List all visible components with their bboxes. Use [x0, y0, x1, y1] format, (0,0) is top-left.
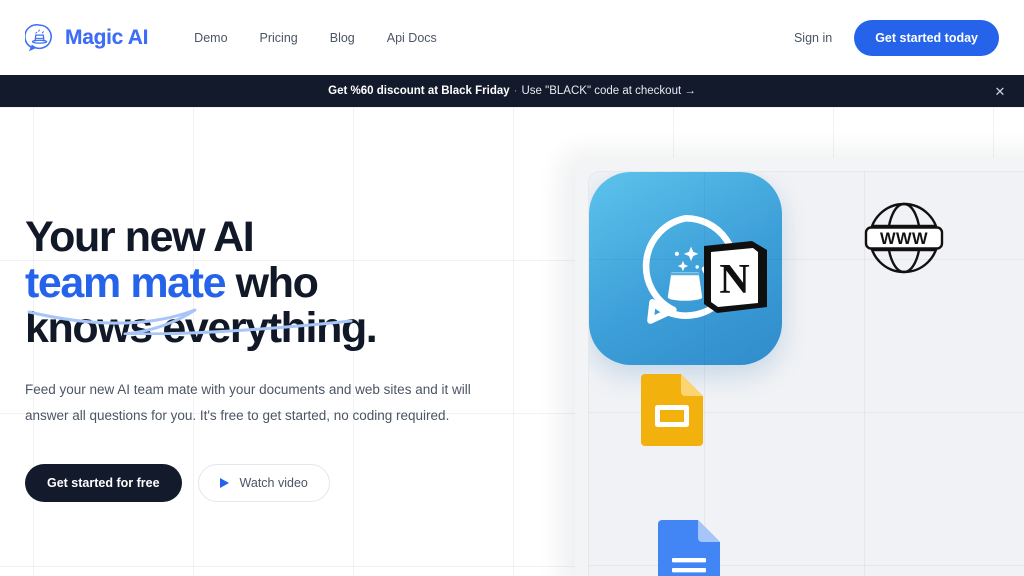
nav-item-pricing[interactable]: Pricing [260, 31, 298, 45]
play-icon [219, 477, 229, 488]
nav-item-blog[interactable]: Blog [330, 31, 355, 45]
sign-in-link[interactable]: Sign in [794, 31, 832, 45]
google-docs-icon [658, 520, 720, 576]
promo-banner-text: Get %60 discount at Black Friday · Use "BL… [328, 85, 696, 97]
promo-banner: Get %60 discount at Black Friday · Use "BL… [0, 75, 1024, 107]
get-started-today-button[interactable]: Get started today [854, 19, 999, 56]
magic-hat-chat-bubble-icon [25, 23, 52, 52]
headline-line-3: knows everything. [25, 304, 378, 353]
promo-banner-rest: Use "BLACK" code at checkout → [521, 85, 696, 97]
nav-item-demo[interactable]: Demo [194, 31, 227, 45]
main-nav: Demo Pricing Blog Api Docs [194, 31, 437, 45]
watch-video-label: Watch video [239, 475, 308, 490]
get-started-free-button[interactable]: Get started for free [25, 463, 182, 502]
page-title: Your new AI team mate who knows everythi… [25, 213, 525, 353]
close-icon[interactable]: ✕ [990, 81, 1010, 101]
promo-banner-bold: Get %60 discount at Black Friday [328, 85, 510, 97]
headline-accent: team mate [25, 258, 227, 307]
landing-page: Magic AI Demo Pricing Blog Api Docs Sign… [0, 0, 1024, 576]
headline-line-2-tail: who [225, 258, 319, 307]
nav-item-api-docs[interactable]: Api Docs [387, 31, 437, 45]
hero-paragraph: Feed your new AI team mate with your doc… [25, 381, 471, 423]
headline-line-1: Your new AI [25, 213, 255, 261]
brand-logo[interactable]: Magic AI [25, 22, 148, 53]
showcase-inner-panel: N WWW [588, 171, 1024, 576]
notion-logo-icon: N [704, 241, 767, 313]
promo-banner-separator: · [513, 85, 518, 97]
www-globe-icon: WWW [864, 202, 944, 274]
header-actions: Sign in Get started today [794, 19, 999, 56]
brand-name: Magic AI [65, 25, 149, 49]
site-header: Magic AI Demo Pricing Blog Api Docs Sign… [0, 0, 1024, 75]
svg-text:WWW: WWW [880, 230, 928, 248]
google-slides-icon [641, 374, 703, 446]
integrations-showcase-card: N WWW [575, 158, 1024, 576]
watch-video-button[interactable]: Watch video [197, 463, 330, 502]
hero-section: Your new AI team mate who knows everythi… [25, 213, 525, 502]
hero-button-row: Get started for free Watch video [25, 463, 525, 502]
svg-text:N: N [719, 257, 749, 303]
